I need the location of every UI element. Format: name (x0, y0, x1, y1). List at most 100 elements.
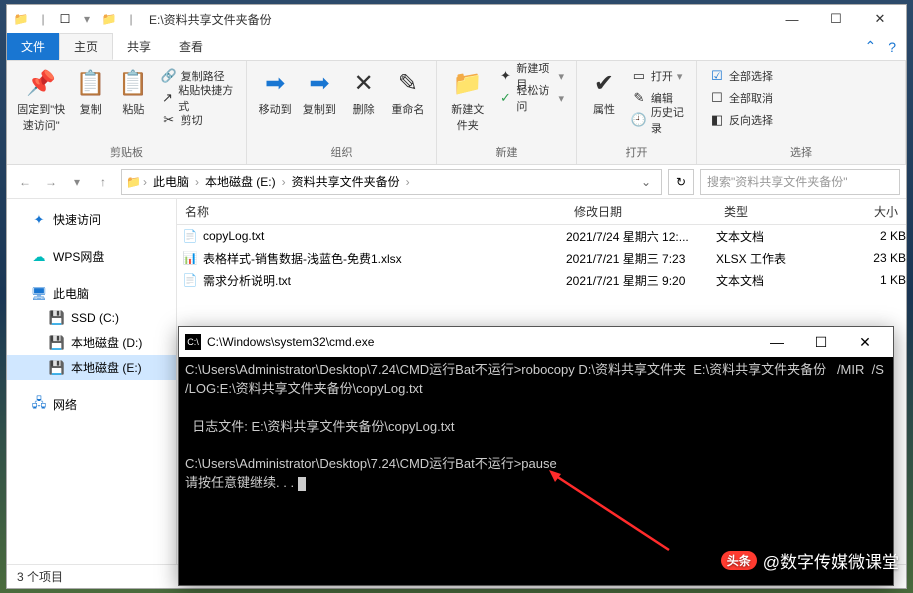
open-group-label: 打开 (585, 142, 688, 160)
cmd-window-controls: — ☐ ✕ (755, 327, 887, 357)
new-group-label: 新建 (445, 142, 568, 160)
ribbon: 📌 固定到"快速访问" 📋 复制 📋 粘贴 🔗复制路径 ↗粘贴快捷方式 ✂剪切 (7, 61, 906, 165)
cut-button[interactable]: ✂剪切 (157, 109, 238, 131)
chevron-up-icon[interactable]: ⌃ (864, 38, 876, 55)
rename-button[interactable]: ✎重命名 (388, 65, 428, 119)
file-size: 1 KB (826, 273, 906, 287)
col-size[interactable]: 大小 (826, 203, 906, 220)
select-none-button[interactable]: ☐全部取消 (705, 87, 777, 109)
scissors-icon: ✂ (161, 112, 177, 128)
checkbox-icon[interactable]: ☐ (55, 9, 75, 29)
select-all-button[interactable]: ☑全部选择 (705, 65, 777, 87)
new-folder-icon: 📁 (452, 67, 484, 99)
nav-drive-e[interactable]: 💾本地磁盘 (E:) (7, 355, 176, 380)
tab-home[interactable]: 主页 (59, 33, 113, 60)
watermark-badge: 头条 (721, 551, 757, 570)
titlebar[interactable]: 📁 | ☐ ▾ 📁 | E:\资料共享文件夹备份 — ☐ ✕ (7, 5, 906, 33)
up-button[interactable]: ↑ (91, 170, 115, 194)
cmd-close-button[interactable]: ✕ (843, 327, 887, 357)
maximize-button[interactable]: ☐ (814, 5, 858, 33)
file-list: 📄copyLog.txt2021/7/24 星期六 12:...文本文档2 KB… (177, 225, 906, 291)
open-button[interactable]: ▭打开▾ (627, 65, 688, 87)
cmd-window[interactable]: C:\ C:\Windows\system32\cmd.exe — ☐ ✕ C:… (178, 326, 894, 586)
cloud-icon: ☁ (31, 249, 47, 265)
file-type: XLSX 工作表 (716, 250, 826, 267)
history-button[interactable]: 🕘历史记录 (627, 109, 688, 131)
forward-button[interactable]: → (39, 170, 63, 194)
navigation-pane[interactable]: ✦快速访问 ☁WPS网盘 🖥此电脑 💾SSD (C:) 💾本地磁盘 (D:) 💾… (7, 199, 177, 564)
minimize-button[interactable]: — (770, 5, 814, 33)
watermark: 头条 @数字传媒微课堂 (721, 548, 899, 573)
nav-wps[interactable]: ☁WPS网盘 (7, 244, 176, 269)
recent-dropdown[interactable]: ▾ (65, 170, 89, 194)
open-icon: ▭ (631, 68, 647, 84)
pc-icon: 🖥 (31, 286, 47, 302)
file-row[interactable]: 📄需求分析说明.txt2021/7/21 星期三 9:20文本文档1 KB (177, 269, 906, 291)
nav-drive-d[interactable]: 💾本地磁盘 (D:) (7, 330, 176, 355)
nav-network[interactable]: 🖧网络 (7, 392, 176, 417)
organize-group-label: 组织 (255, 142, 428, 160)
file-type: 文本文档 (716, 228, 826, 245)
paste-icon: 📋 (117, 67, 149, 99)
properties-button[interactable]: ✔属性 (585, 65, 623, 119)
file-row[interactable]: 📊表格样式-销售数据-浅蓝色-免费1.xlsx2021/7/21 星期三 7:2… (177, 247, 906, 269)
move-icon: ➡ (259, 67, 291, 99)
file-icon: 📄 (181, 229, 199, 243)
search-input[interactable]: 搜索"资料共享文件夹备份" (700, 169, 900, 195)
drive-icon-e: 💾 (49, 360, 65, 376)
cmd-titlebar[interactable]: C:\ C:\Windows\system32\cmd.exe — ☐ ✕ (179, 327, 893, 357)
ribbon-group-clipboard: 📌 固定到"快速访问" 📋 复制 📋 粘贴 🔗复制路径 ↗粘贴快捷方式 ✂剪切 (7, 61, 247, 164)
qat-sep2: | (121, 9, 141, 29)
cmd-minimize-button[interactable]: — (755, 327, 799, 357)
star-icon: ✦ (31, 212, 47, 228)
paste-button[interactable]: 📋 粘贴 (114, 65, 153, 119)
pin-quick-access-button[interactable]: 📌 固定到"快速访问" (15, 65, 67, 135)
refresh-button[interactable]: ↻ (668, 169, 694, 195)
paste-shortcut-button[interactable]: ↗粘贴快捷方式 (157, 87, 238, 109)
watermark-text: @数字传媒微课堂 (763, 548, 899, 573)
crumb-drive[interactable]: 本地磁盘 (E:) (201, 173, 280, 190)
nav-ssd-c[interactable]: 💾SSD (C:) (7, 306, 176, 330)
cursor (298, 477, 306, 491)
window-controls: — ☐ ✕ (770, 5, 902, 33)
easy-access-button[interactable]: ✓轻松访问▾ (494, 87, 568, 109)
col-date[interactable]: 修改日期 (566, 203, 716, 220)
file-row[interactable]: 📄copyLog.txt2021/7/24 星期六 12:...文本文档2 KB (177, 225, 906, 247)
address-bar[interactable]: 📁 › 此电脑 › 本地磁盘 (E:) › 资料共享文件夹备份 › ⌄ (121, 169, 662, 195)
drive-icon-c: 💾 (49, 310, 65, 326)
window-title: E:\资料共享文件夹备份 (149, 11, 272, 28)
shortcut-icon: ↗ (161, 90, 175, 106)
address-row: ← → ▾ ↑ 📁 › 此电脑 › 本地磁盘 (E:) › 资料共享文件夹备份 … (7, 165, 906, 199)
nav-this-pc[interactable]: 🖥此电脑 (7, 281, 176, 306)
select-all-icon: ☑ (709, 68, 725, 84)
column-headers[interactable]: 名称 修改日期 类型 大小 (177, 199, 906, 225)
folder-small-icon: 📁 (99, 9, 119, 29)
edit-icon: ✎ (631, 90, 647, 106)
cmd-maximize-button[interactable]: ☐ (799, 327, 843, 357)
ribbon-group-new: 📁新建文件夹 ✦新建项目▾ ✓轻松访问▾ 新建 (437, 61, 577, 164)
copy-button[interactable]: 📋 复制 (71, 65, 110, 119)
select-none-icon: ☐ (709, 90, 725, 106)
crumb-pc[interactable]: 此电脑 (149, 173, 193, 190)
delete-button[interactable]: ✕删除 (344, 65, 384, 119)
move-to-button[interactable]: ➡移动到 (255, 65, 295, 119)
col-name[interactable]: 名称 (177, 203, 566, 220)
item-count: 3 个项目 (17, 568, 63, 585)
nav-quick-access[interactable]: ✦快速访问 (7, 207, 176, 232)
crumb-folder[interactable]: 资料共享文件夹备份 (288, 173, 404, 190)
tab-view[interactable]: 查看 (165, 33, 217, 60)
copy-to-button[interactable]: ➡复制到 (299, 65, 339, 119)
help-icon[interactable]: ? (888, 39, 896, 55)
ribbon-tabs: 文件 主页 共享 查看 ⌃ ? (7, 33, 906, 61)
col-type[interactable]: 类型 (716, 203, 826, 220)
file-icon: 📊 (181, 251, 199, 265)
tab-file[interactable]: 文件 (7, 33, 59, 60)
tab-share[interactable]: 共享 (113, 33, 165, 60)
close-button[interactable]: ✕ (858, 5, 902, 33)
history-icon: 🕘 (631, 112, 647, 128)
qat-dropdown-icon[interactable]: ▾ (77, 9, 97, 29)
address-dropdown-icon[interactable]: ⌄ (635, 175, 657, 189)
new-folder-button[interactable]: 📁新建文件夹 (445, 65, 490, 135)
invert-selection-button[interactable]: ◧反向选择 (705, 109, 777, 131)
back-button[interactable]: ← (13, 170, 37, 194)
